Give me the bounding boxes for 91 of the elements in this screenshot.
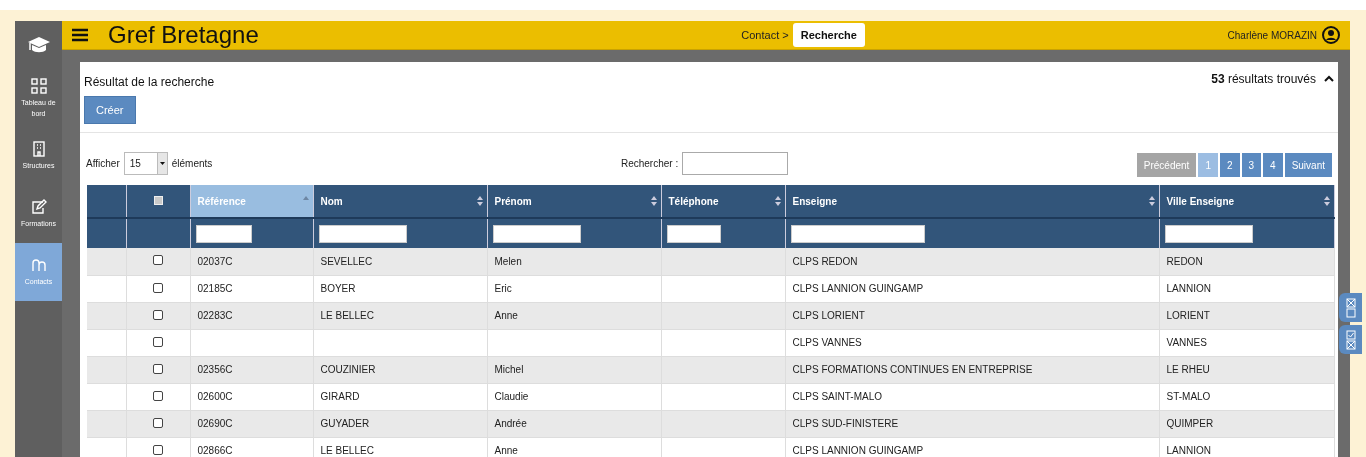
select-all-checkbox[interactable] [153,195,163,205]
table-cell: REDON [1166,255,1203,267]
column-filter-field[interactable] [666,224,721,243]
app-title: Gref Bretagne [108,21,259,49]
search-field[interactable] [682,151,789,175]
table-cell: LE BELLEC [320,310,374,321]
sort-icon [1148,196,1155,206]
table-cell: CLPS LORIENT [792,310,865,321]
column-filter-field[interactable] [318,224,407,243]
people-icon [30,257,47,273]
table-cell: LANNION [1166,283,1211,294]
breadcrumb-current: Recherche [792,23,865,47]
next-button[interactable]: Suivant [1284,153,1332,177]
graduation-cap-icon [26,36,51,54]
column-header[interactable]: Prénom [487,185,661,218]
column-filter-field[interactable] [492,224,581,243]
table-cell: Andrée [494,418,527,429]
result-count: 53 résultats trouvés [1211,72,1316,86]
breadcrumb-link[interactable]: Contact > [741,29,789,41]
edit-icon [30,199,47,215]
column-filter-field[interactable] [1164,224,1253,243]
unchecked-boxes-icon [1345,297,1356,318]
building-icon [30,141,47,157]
create-button[interactable]: Créer [84,96,136,124]
page-button[interactable]: 4 [1263,153,1283,177]
table-cell: 02600C [197,391,233,402]
column-header[interactable]: Nom [313,185,487,218]
caret-icon [159,161,165,165]
table-cell: 02356C [197,364,233,375]
table-cell: Eric [494,283,512,294]
table-cell: 02866C [197,445,233,456]
row-checkbox[interactable] [153,444,163,455]
table-cell: Anne [494,445,518,456]
sort-icon [650,196,657,206]
table-cell: CLPS REDON [792,255,858,267]
table-cell: Michel [494,364,524,375]
table-cell: Claudie [494,391,529,402]
table-cell: 02283C [197,310,233,321]
grid-icon [30,77,47,94]
table-cell: 02037C [197,255,233,267]
row-checkbox[interactable] [153,309,163,320]
table-cell: LE RHEU [1166,364,1210,375]
check-all-button[interactable] [1339,325,1362,354]
table-cell: CLPS SUD-FINISTERE [792,418,899,429]
page-button[interactable]: 2 [1219,153,1240,177]
table-cell: CLPS VANNES [792,337,862,348]
user-name: Charlène MORAZIN [1227,29,1317,41]
show-label: Afficher [86,157,120,169]
user-icon[interactable] [1322,26,1340,44]
search-label: Rechercher : [620,157,679,169]
row-checkbox[interactable] [153,363,163,374]
column-filter-field[interactable] [790,224,925,243]
table-cell: Anne [494,310,518,321]
column-header[interactable]: Enseigne [785,185,1159,218]
menu-icon[interactable] [72,28,88,42]
column-header[interactable]: Téléphone [661,185,785,218]
chevron-up-icon[interactable] [1324,75,1334,83]
checked-boxes-icon [1345,329,1356,350]
table-cell: ST-MALO [1166,391,1211,402]
row-checkbox[interactable] [153,255,163,266]
table-cell: SEVELLEC [320,255,373,267]
sort-icon [774,196,781,206]
sort-icon [1323,196,1330,206]
table-cell: CLPS LANNION GUINGAMP [792,445,924,456]
page-size-select[interactable]: 15 [123,151,168,175]
page-button[interactable]: 3 [1241,153,1262,177]
table-cell: LORIENT [1166,310,1210,321]
table-cell: LE BELLEC [320,445,374,456]
table-cell: Melen [494,255,522,267]
table-cell: QUIMPER [1166,418,1214,429]
table-cell: VANNES [1166,337,1207,348]
table-cell: CLPS SAINT-MALO [792,391,882,402]
row-checkbox[interactable] [153,417,163,428]
panel-title: Résultat de la recherche [84,75,215,89]
column-filter-field[interactable] [195,224,252,243]
table-cell: CLPS FORMATIONS CONTINUES EN ENTREPRISE [792,364,1033,375]
row-checkbox[interactable] [153,336,163,347]
row-checkbox[interactable] [153,390,163,401]
table-cell: BOYER [320,283,356,294]
column-header[interactable]: Ville Enseigne [1159,185,1334,218]
row-checkbox[interactable] [153,282,163,293]
table-cell: COUZINIER [320,364,376,375]
table-cell: LANNION [1166,445,1211,456]
table-cell: CLPS LANNION GUINGAMP [792,283,924,294]
table-cell: 02690C [197,418,233,429]
table-cell: GUYADER [320,418,370,429]
uncheck-all-button[interactable] [1339,293,1362,322]
table-cell: GIRARD [320,391,360,402]
show-suffix: éléments [171,157,213,169]
sort-icon [476,196,483,206]
table-cell: 02185C [197,283,233,294]
